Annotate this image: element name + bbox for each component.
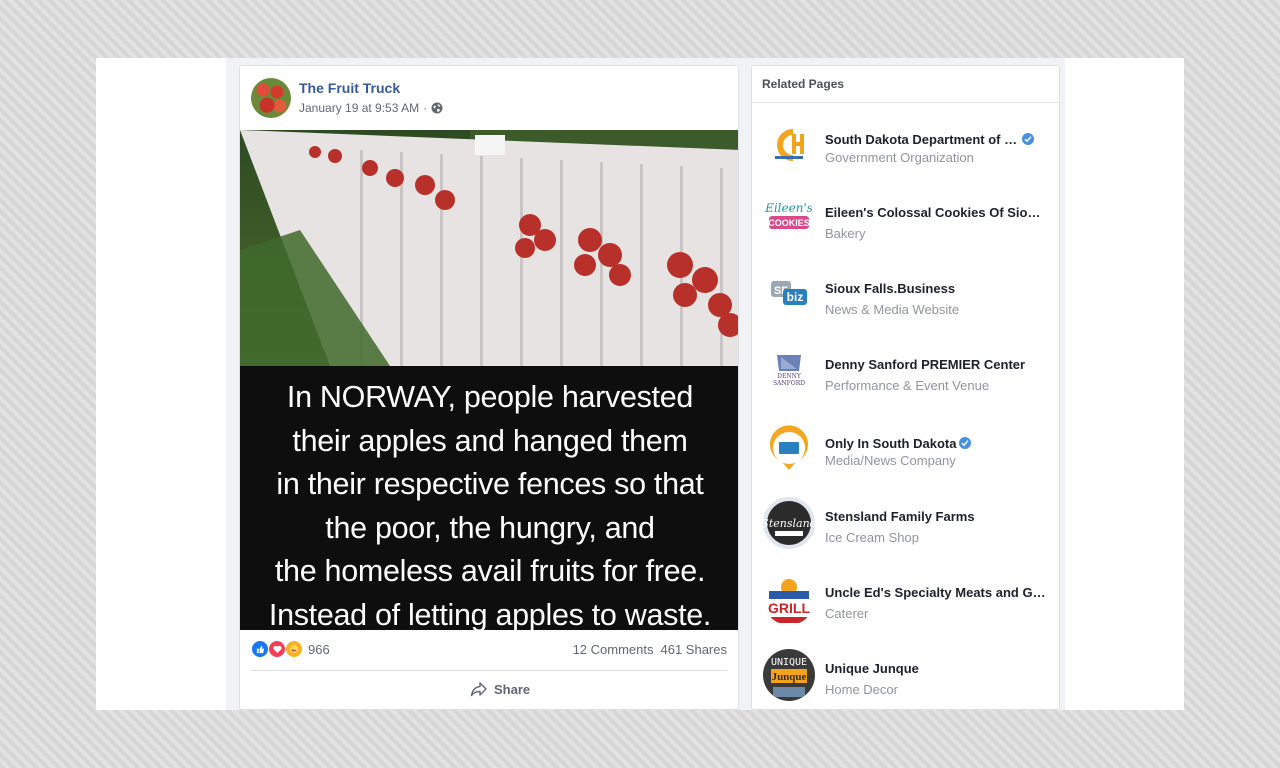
caption-line: in their respective fences so that [276,467,704,501]
related-page-item[interactable]: UNIQUE Junque Unique Junque Home Decor [752,645,1059,705]
related-page-name[interactable]: Only In South Dakota [825,436,972,451]
caption-line: the poor, the hungry, and [325,510,655,545]
related-page-category: Home Decor [825,682,898,697]
image-caption-text: In NORWAY, people harvested their apples… [240,376,738,631]
comments-count-link[interactable]: 12 Comments [573,642,654,657]
related-pages-title: Related Pages [752,66,1059,103]
cookies-logo-icon[interactable]: Eileen's COOKIES [763,193,815,245]
related-pages-panel: Related Pages South Dakota Department of… [751,65,1060,710]
related-page-name-text: South Dakota Department of Health [825,132,1019,147]
related-page-name[interactable]: South Dakota Department of Health [825,132,1034,147]
related-page-name[interactable]: Unique Junque [825,661,919,676]
share-arrow-icon [470,682,487,697]
svg-text:DENNY: DENNY [777,373,802,380]
health-logo-icon[interactable] [763,120,815,172]
related-page-category: Media/News Company [825,453,956,468]
share-label: Share [494,681,531,697]
related-page-category: Government Organization [825,150,974,165]
caption-line: their apples and hanged them [292,423,688,458]
page-name-link[interactable]: The Fruit Truck [299,80,400,96]
page-frame: The Fruit Truck January 19 at 9:53 AM · [96,58,1184,710]
related-page-item[interactable]: GRILL Uncle Ed's Specialty Meats and Gri… [752,569,1059,629]
love-icon [268,640,286,658]
related-page-name-text: Only In South Dakota [825,436,957,451]
care-icon [285,640,303,658]
related-page-category: Bakery [825,226,866,241]
svg-text:Eileen's: Eileen's [764,201,813,215]
post-card: The Fruit Truck January 19 at 9:53 AM · [239,65,739,710]
engagement-counts: 12 Comments 461 Shares [573,642,727,657]
related-page-item[interactable]: Stensland Stensland Family Farms Ice Cre… [752,493,1059,553]
related-page-category: Performance & Event Venue [825,378,990,393]
globe-icon[interactable] [431,102,443,114]
related-page-category: News & Media Website [825,302,960,317]
reactions-summary[interactable]: 966 [251,640,330,658]
related-page-name[interactable]: Denny Sanford PREMIER Center [825,357,1025,372]
share-button[interactable]: Share [470,681,530,697]
svg-text:GRILL: GRILL [768,600,810,616]
sfbiz-logo-icon[interactable]: SF biz [763,269,815,321]
svg-text:biz: biz [787,290,804,304]
related-page-name[interactable]: Eileen's Colossal Cookies Of Sioux Falls [825,205,1047,220]
related-page-name[interactable]: Stensland Family Farms [825,509,975,524]
reaction-count[interactable]: 966 [308,642,330,657]
unique-junque-logo-icon[interactable]: UNIQUE Junque [763,649,815,701]
like-icon [251,640,269,658]
caption-line: the homeless avail fruits for free. [274,554,706,588]
related-page-category: Ice Cream Shop [825,530,919,545]
caption-line: Instead of letting apples to waste. [268,597,712,631]
related-page-item[interactable]: DENNY SANFORD Denny Sanford PREMIER Cent… [752,341,1059,401]
grill-master-logo-icon[interactable]: GRILL [763,573,815,625]
post-timestamp[interactable]: January 19 at 9:53 AM [299,101,419,115]
related-page-item[interactable]: Only In South Dakota Media/News Company [752,420,1059,480]
related-page-item[interactable]: SF biz Sioux Falls.Business News & Media… [752,265,1059,325]
post-image[interactable]: In NORWAY, people harvested their apples… [240,130,738,631]
meta-separator: · [423,101,428,115]
premier-center-logo-icon[interactable]: DENNY SANFORD [763,345,815,397]
svg-text:SANFORD: SANFORD [773,380,805,387]
shares-count-link[interactable]: 461 Shares [661,642,728,657]
stensland-logo-icon[interactable]: Stensland [763,497,815,549]
post-meta: January 19 at 9:53 AM · [299,101,443,115]
caption-line: In NORWAY, people harvested [286,380,694,414]
svg-text:Stensland: Stensland [763,517,815,530]
map-pin-logo-icon[interactable] [763,424,815,476]
verified-badge-icon [959,437,972,449]
apples-on-fence-photo [240,130,738,366]
svg-text:Junque: Junque [772,671,807,683]
related-page-name[interactable]: Uncle Ed's Specialty Meats and Grill Mas… [825,585,1047,600]
verified-badge-icon [1022,133,1034,145]
page-avatar[interactable] [251,78,291,118]
svg-text:COOKIES: COOKIES [768,218,810,228]
svg-text:UNIQUE: UNIQUE [771,657,807,668]
related-page-item[interactable]: Eileen's COOKIES Eileen's Colossal Cooki… [752,189,1059,249]
related-page-name[interactable]: Sioux Falls.Business [825,281,955,296]
action-divider [251,670,727,671]
related-page-category: Caterer [825,606,869,621]
related-page-item[interactable]: South Dakota Department of Health Govern… [752,116,1059,176]
